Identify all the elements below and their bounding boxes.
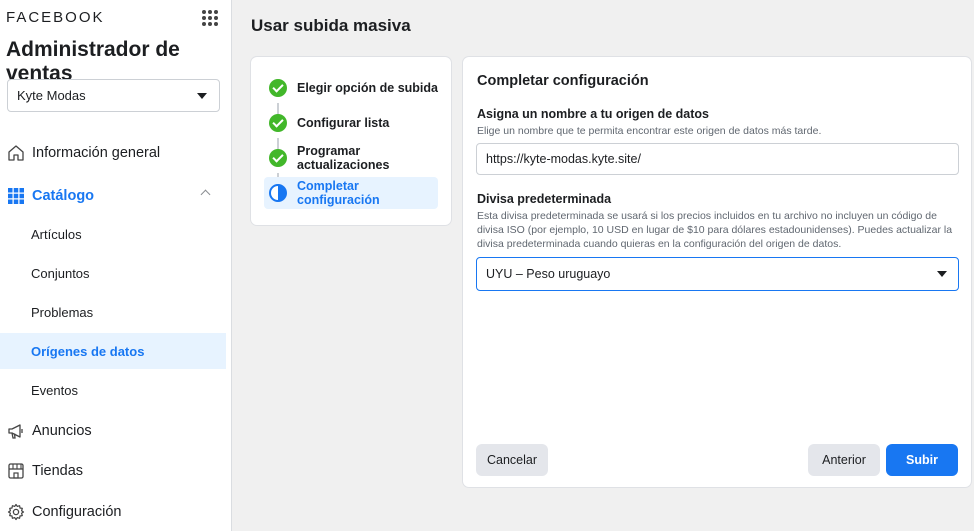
name-field-label: Asigna un nombre a tu origen de datos (477, 107, 709, 121)
config-card: Completar configuración Asigna un nombre… (463, 57, 971, 487)
nav-catalog-events[interactable]: Eventos (0, 372, 226, 408)
cancel-button[interactable]: Cancelar (476, 444, 548, 476)
nav-catalog[interactable]: Catálogo (0, 186, 226, 206)
step-label: Configurar lista (297, 116, 390, 130)
step-label: Programar actualizaciones (297, 144, 390, 172)
nav-catalog-items[interactable]: Artículos (0, 216, 226, 252)
step-complete-config[interactable]: Completar configuración (264, 177, 438, 209)
nav-settings[interactable]: Configuración (0, 502, 226, 522)
step-choose-upload[interactable]: Elegir opción de subida (264, 72, 438, 104)
caret-down-icon (197, 93, 207, 99)
page-title: Usar subida masiva (251, 16, 411, 35)
currency-selected-value: UYU – Peso uruguayo (486, 267, 611, 281)
currency-field-label: Divisa predeterminada (477, 192, 612, 206)
nav-shops[interactable]: Tiendas (0, 461, 226, 481)
megaphone-icon (7, 422, 25, 440)
chevron-up-icon[interactable] (200, 189, 211, 200)
shop-icon (7, 462, 25, 480)
progress-half-circle-icon (269, 184, 287, 202)
nav-catalog-sets[interactable]: Conjuntos (0, 255, 226, 291)
step-label: Elegir opción de subida (297, 81, 438, 95)
gear-icon (7, 503, 25, 521)
steps-card: Elegir opción de subida Configurar lista… (251, 57, 451, 225)
account-name: Kyte Modas (17, 88, 86, 103)
currency-select[interactable]: UYU – Peso uruguayo (476, 257, 959, 291)
nav-ads[interactable]: Anuncios (0, 421, 226, 441)
check-circle-icon (269, 114, 287, 132)
upload-button[interactable]: Subir (886, 444, 958, 476)
nav-settings-label: Configuración (32, 504, 122, 520)
data-source-name-input[interactable]: https://kyte-modas.kyte.site/ (476, 143, 959, 175)
sidebar: FACEBOOK Administrador de ventas Kyte Mo… (0, 0, 232, 531)
name-field-help: Elige un nombre que te permita encontrar… (477, 125, 822, 137)
nav-overview[interactable]: Información general (0, 143, 226, 163)
step-configure-list[interactable]: Configurar lista (264, 107, 438, 139)
check-circle-icon (269, 79, 287, 97)
nav-catalog-data-sources[interactable]: Orígenes de datos (0, 333, 226, 369)
nav-ads-label: Anuncios (32, 423, 92, 439)
apps-grid-icon[interactable] (202, 10, 218, 26)
home-icon (7, 144, 25, 162)
nav-shops-label: Tiendas (32, 463, 84, 479)
card-title: Completar configuración (477, 73, 649, 89)
step-label: Completar configuración (297, 179, 380, 207)
currency-field-help: Esta divisa predeterminada se usará si l… (477, 210, 953, 250)
nav-overview-label: Información general (32, 145, 161, 161)
nav-catalog-label: Catálogo (32, 188, 95, 204)
nav-catalog-issues[interactable]: Problemas (0, 294, 226, 330)
caret-down-icon (937, 271, 947, 277)
facebook-logo[interactable]: FACEBOOK (6, 9, 105, 26)
account-selector[interactable]: Kyte Modas (7, 79, 220, 112)
catalog-grid-icon (7, 187, 25, 205)
previous-button[interactable]: Anterior (808, 444, 880, 476)
check-circle-icon (269, 149, 287, 167)
step-schedule-updates[interactable]: Programar actualizaciones (264, 142, 438, 174)
